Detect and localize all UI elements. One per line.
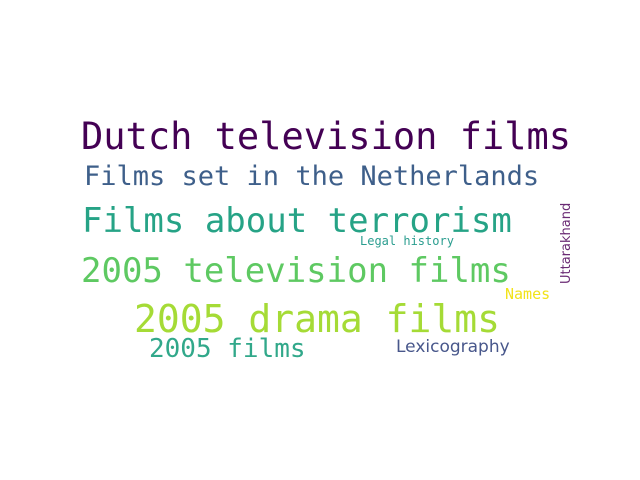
word-lexicography: Lexicography [396,337,510,357]
word-legal-history: Legal history [360,234,454,248]
word-2005-drama-films: 2005 drama films [134,297,501,341]
word-dutch-television-films: Dutch television films [81,115,572,158]
word-2005-television-films: 2005 television films [81,251,511,291]
word-uttarakhand: Uttarakhand [559,202,574,284]
word-cloud: Dutch television films Films set in the … [0,0,640,480]
word-films-about-terrorism: Films about terrorism [82,201,512,241]
word-names: Names [505,285,551,303]
word-films-set-in-netherlands: Films set in the Netherlands [84,161,540,192]
word-2005-films: 2005 films [149,334,306,364]
